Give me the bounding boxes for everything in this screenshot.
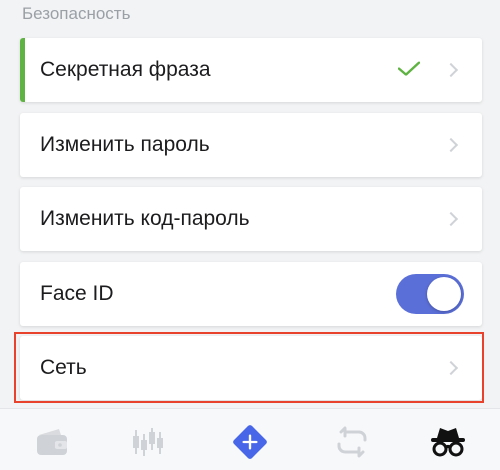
change-password-row[interactable]: Изменить пароль bbox=[20, 113, 482, 177]
secret-phrase-row[interactable]: Секретная фраза bbox=[20, 38, 482, 102]
plus-diamond-icon bbox=[233, 425, 267, 459]
network-label: Сеть bbox=[40, 356, 87, 379]
change-passcode-row[interactable]: Изменить код-пароль bbox=[20, 187, 482, 251]
bottom-tab-bar bbox=[0, 408, 500, 470]
tab-markets[interactable] bbox=[128, 422, 168, 462]
tab-add[interactable] bbox=[230, 422, 270, 462]
tab-exchange[interactable] bbox=[332, 422, 372, 462]
active-accent-bar bbox=[20, 38, 25, 102]
candlestick-chart-icon bbox=[133, 428, 163, 456]
change-password-label: Изменить пароль bbox=[40, 133, 210, 156]
wallet-icon bbox=[37, 429, 67, 455]
swap-icon bbox=[337, 426, 367, 458]
checkmark-icon bbox=[398, 61, 420, 76]
toggle-knob bbox=[427, 277, 461, 311]
tab-wallet[interactable] bbox=[32, 422, 72, 462]
incognito-icon bbox=[431, 428, 465, 457]
change-passcode-label: Изменить код-пароль bbox=[40, 207, 250, 230]
face-id-row: Face ID bbox=[20, 262, 482, 326]
tab-profile[interactable] bbox=[428, 422, 468, 462]
section-title: Безопасность bbox=[22, 4, 131, 23]
face-id-toggle[interactable] bbox=[396, 274, 464, 314]
network-row[interactable]: Сеть bbox=[20, 336, 482, 400]
